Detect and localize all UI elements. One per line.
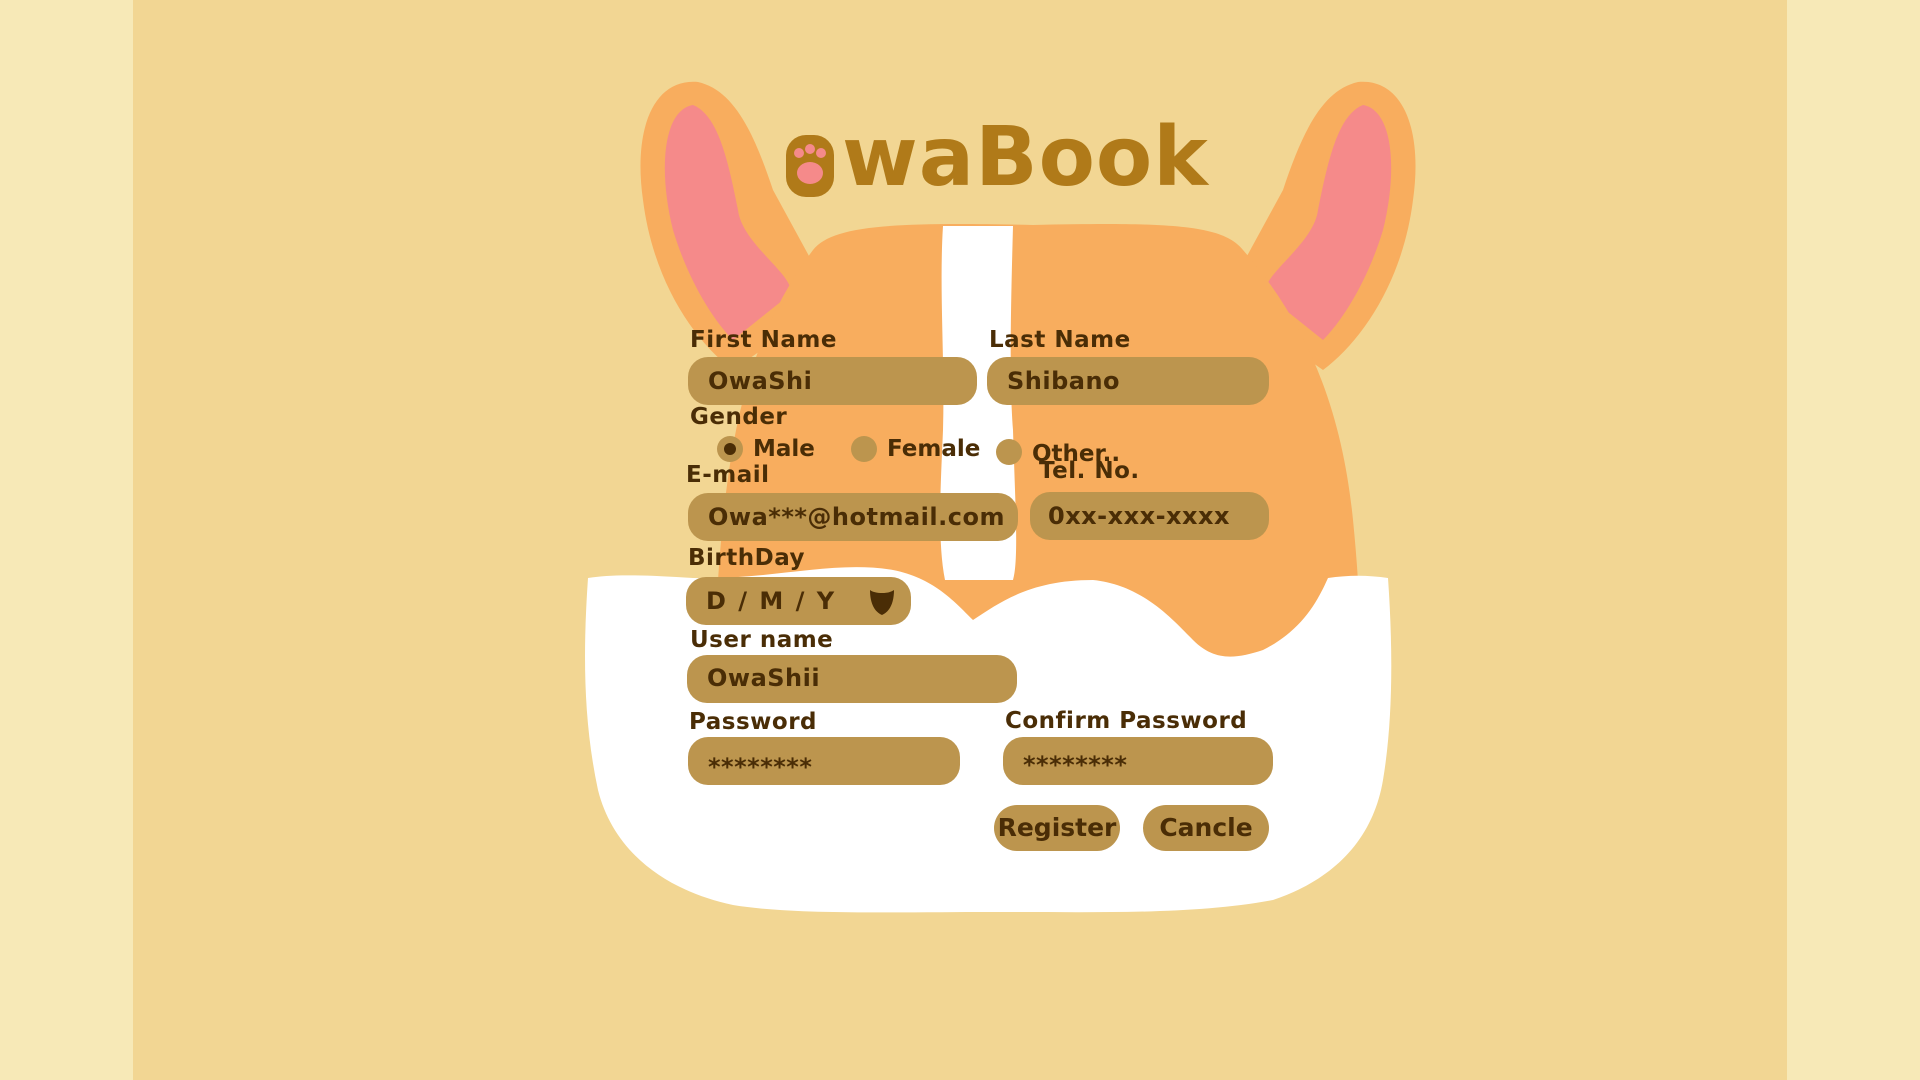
birthday-placeholder: D / M / Y	[706, 587, 837, 615]
birthday-label: BirthDay	[688, 545, 806, 571]
gender-label: Gender	[690, 404, 788, 430]
register-button[interactable]: Register	[994, 805, 1120, 851]
username-input[interactable]: OwaShii	[687, 655, 1017, 703]
confirm-password-input[interactable]: ********	[1003, 737, 1273, 785]
gender-male-label: Male	[753, 436, 815, 462]
tel-input[interactable]: 0xx-xxx-xxxx	[1030, 492, 1269, 540]
username-label: User name	[690, 627, 834, 653]
logo-text: waBook	[842, 110, 1209, 205]
password-input[interactable]: ********	[688, 737, 960, 785]
radio-button-male[interactable]	[717, 436, 743, 462]
calendar-dropdown-icon[interactable]	[869, 588, 895, 616]
last-name-input[interactable]: Shibano	[987, 357, 1269, 405]
first-name-input[interactable]: OwaShi	[688, 357, 977, 405]
radio-button-female[interactable]	[851, 436, 877, 462]
first-name-label: First Name	[690, 327, 837, 353]
cancel-button[interactable]: Cancle	[1143, 805, 1269, 851]
last-name-label: Last Name	[989, 327, 1131, 353]
app-logo: waBook	[784, 110, 1209, 205]
confirm-password-label: Confirm Password	[1005, 708, 1248, 734]
email-label: E-mail	[686, 462, 770, 488]
radio-button-other[interactable]	[996, 439, 1022, 465]
password-label: Password	[689, 709, 817, 735]
gender-option-male[interactable]: Male	[717, 436, 815, 462]
paw-logo-icon	[784, 124, 836, 197]
app-background: waBook First Name OwaShi Last Name Shiba…	[133, 0, 1787, 1080]
tel-label: Tel. No.	[1039, 458, 1140, 484]
gender-option-female[interactable]: Female	[851, 436, 980, 462]
gender-female-label: Female	[887, 436, 981, 462]
email-input[interactable]: Owa***@hotmail.com	[688, 493, 1018, 541]
